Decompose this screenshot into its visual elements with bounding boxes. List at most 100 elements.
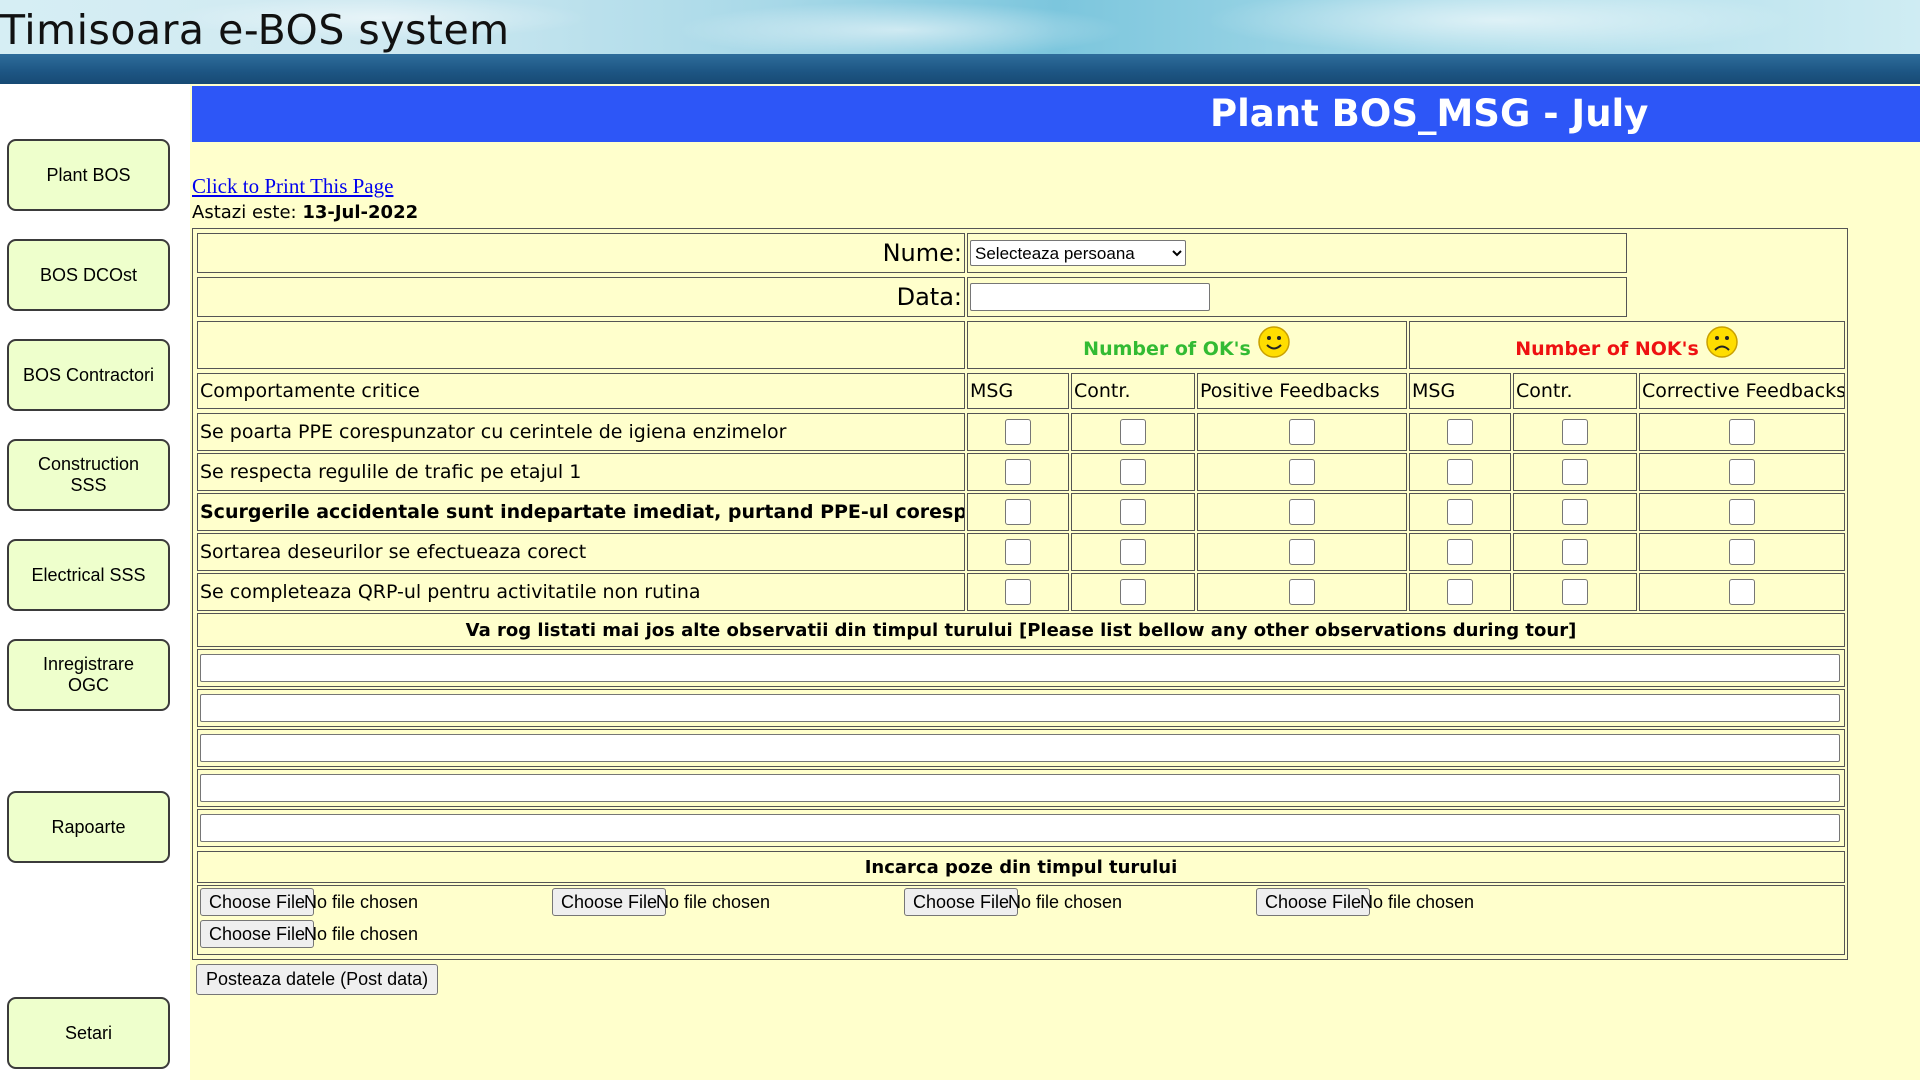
app-title: Timisoara e-BOS system [0,6,510,54]
ok-msg-checkbox[interactable] [1005,459,1031,485]
happy-face-icon [1258,326,1290,358]
bos-form-table: Nume: Selecteaza persoana Data: Number o… [192,228,1848,960]
sidebar-item-rapoarte[interactable]: Rapoarte [7,791,170,863]
print-page-link[interactable]: Click to Print This Page [192,174,393,199]
post-data-button[interactable]: Posteaza datele (Post data) [196,964,439,995]
ok-header-label: Number of OK's [1083,338,1251,360]
page-title: Plant BOS_MSG - July [1210,92,1649,135]
corrective-feedback-checkbox[interactable] [1729,459,1755,485]
ok-msg-checkbox[interactable] [1005,499,1031,525]
ok-header: Number of OK's [967,321,1407,369]
behaviour-label: Se poarta PPE corespunzator cu cerintele… [197,413,965,451]
corrective-feedback-checkbox[interactable] [1729,539,1755,565]
nok-msg-checkbox[interactable] [1447,419,1473,445]
sidebar-item-plant-bos[interactable]: Plant BOS [7,139,170,211]
behaviour-label: Scurgerile accidentale sunt indepartate … [197,493,965,531]
sidebar-item-bos-contractori[interactable]: BOS Contractori [7,339,170,411]
behaviour-label: Se completeaza QRP-ul pentru activitatil… [197,573,965,611]
nok-msg-cell [1409,453,1511,491]
ok-contr-checkbox[interactable] [1120,579,1146,605]
ok-contr-checkbox[interactable] [1120,499,1146,525]
sad-face-icon [1706,326,1738,358]
ok-msg-cell [967,573,1069,611]
file-status-2: No file chosen [656,892,771,912]
nok-msg-checkbox[interactable] [1447,579,1473,605]
header-banner: Timisoara e-BOS system [0,0,1920,84]
corrective-feedback-checkbox[interactable] [1729,499,1755,525]
positive-feedback-checkbox[interactable] [1289,459,1315,485]
col-ok-contr: Contr. [1071,373,1195,409]
file-inputs-cell: Choose File No file chosen Choose File N… [197,885,1845,955]
choose-file-button-5[interactable]: Choose File [200,920,315,948]
behaviour-label: Sortarea deseurilor se efectueaza corect [197,533,965,571]
choose-file-button-4[interactable]: Choose File [1256,888,1371,916]
ok-contr-checkbox[interactable] [1120,459,1146,485]
observation-input-5[interactable] [200,814,1840,842]
ok-msg-cell [967,453,1069,491]
observations-header: Va rog listati mai jos alte observatii d… [197,613,1845,647]
positive-feedback-cell [1197,573,1407,611]
ok-contr-checkbox[interactable] [1120,419,1146,445]
nok-msg-checkbox[interactable] [1447,459,1473,485]
behaviour-label: Se respecta regulile de trafic pe etajul… [197,453,965,491]
header-blank-cell [197,321,965,369]
nok-contr-checkbox[interactable] [1562,419,1588,445]
ok-contr-checkbox[interactable] [1120,539,1146,565]
col-corrective-feedbacks: Corrective Feedbacks [1639,373,1845,409]
observation-input-1[interactable] [200,654,1840,682]
observation-row [197,689,1845,727]
sidebar-item-construction-sss[interactable]: Construction SSS [7,439,170,511]
today-value: 13-Jul-2022 [302,202,419,223]
nume-select[interactable]: Selecteaza persoana [970,240,1186,266]
corrective-feedback-checkbox[interactable] [1729,419,1755,445]
data-cell [967,277,1627,317]
ok-msg-checkbox[interactable] [1005,419,1031,445]
nok-contr-checkbox[interactable] [1562,539,1588,565]
choose-file-button-2[interactable]: Choose File [552,888,667,916]
corrective-feedback-cell [1639,453,1845,491]
choose-file-button-3[interactable]: Choose File [904,888,1019,916]
positive-feedback-checkbox[interactable] [1289,419,1315,445]
ok-msg-checkbox[interactable] [1005,539,1031,565]
positive-feedback-checkbox[interactable] [1289,499,1315,525]
ok-contr-cell [1071,573,1195,611]
observation-row [197,649,1845,687]
col-nok-contr: Contr. [1513,373,1637,409]
nok-contr-checkbox[interactable] [1562,499,1588,525]
sidebar-item-bos-dcost[interactable]: BOS DCOst [7,239,170,311]
col-nok-msg: MSG [1409,373,1511,409]
observation-input-4[interactable] [200,774,1840,802]
photos-header: Incarca poze din timpul turului [197,851,1845,883]
observation-input-2[interactable] [200,694,1840,722]
file-status-1: No file chosen [304,892,419,912]
nok-msg-checkbox[interactable] [1447,539,1473,565]
col-positive-feedbacks: Positive Feedbacks [1197,373,1407,409]
nok-msg-cell [1409,413,1511,451]
col-ok-msg: MSG [967,373,1069,409]
corrective-feedback-cell [1639,493,1845,531]
ok-msg-cell [967,493,1069,531]
file-status-5: No file chosen [304,924,419,944]
choose-file-button-1[interactable]: Choose File [200,888,315,916]
positive-feedback-checkbox[interactable] [1289,579,1315,605]
observation-row [197,769,1845,807]
ok-msg-checkbox[interactable] [1005,579,1031,605]
nok-contr-checkbox[interactable] [1562,459,1588,485]
nok-msg-cell [1409,533,1511,571]
sidebar-item-electrical-sss[interactable]: Electrical SSS [7,539,170,611]
nok-msg-checkbox[interactable] [1447,499,1473,525]
observation-input-3[interactable] [200,734,1840,762]
corrective-feedback-checkbox[interactable] [1729,579,1755,605]
sidebar-item-setari[interactable]: Setari [7,997,170,1069]
ok-contr-cell [1071,493,1195,531]
corrective-feedback-cell [1639,533,1845,571]
nok-contr-checkbox[interactable] [1562,579,1588,605]
observation-row [197,809,1845,847]
today-label: Astazi este: [192,202,297,223]
positive-feedback-checkbox[interactable] [1289,539,1315,565]
sidebar: Plant BOS BOS DCOst BOS Contractori Cons… [0,84,190,1080]
data-input[interactable] [970,283,1210,311]
sidebar-item-inregistrare-ogc[interactable]: Inregistrare OGC [7,639,170,711]
positive-feedback-cell [1197,493,1407,531]
nok-contr-cell [1513,453,1637,491]
